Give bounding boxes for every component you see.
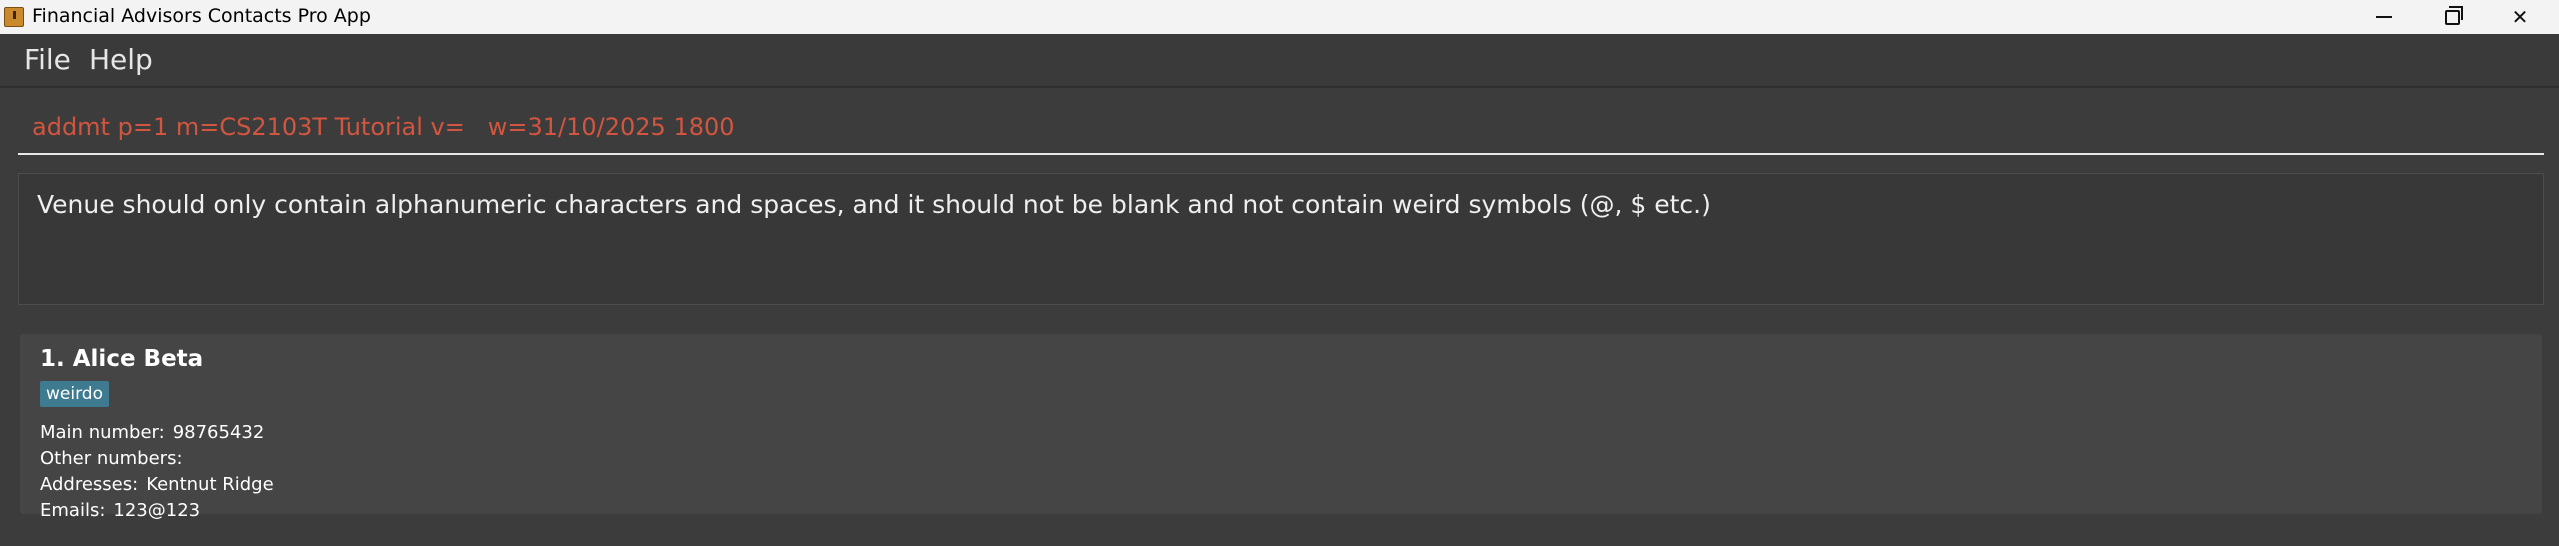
result-display: Venue should only contain alphanumeric c… bbox=[18, 173, 2544, 305]
person-card[interactable]: 1. Alice Beta weirdo Main number: 9876543… bbox=[20, 334, 2542, 521]
result-message: Venue should only contain alphanumeric c… bbox=[37, 190, 1711, 219]
command-box bbox=[0, 90, 2559, 160]
main-number-field: Main number: 98765432 bbox=[40, 422, 264, 443]
emails-field: Emails: 123@123 bbox=[40, 500, 200, 521]
person-tag: weirdo bbox=[40, 381, 109, 407]
addresses-field: Addresses: Kentnut Ridge bbox=[40, 474, 274, 495]
command-input[interactable] bbox=[18, 100, 2544, 155]
addresses-label: Addresses: bbox=[40, 474, 139, 495]
main-number-label: Main number: bbox=[40, 422, 165, 443]
minimize-button[interactable] bbox=[2350, 0, 2418, 34]
maximize-button[interactable] bbox=[2418, 0, 2486, 34]
minimize-icon bbox=[2376, 16, 2392, 18]
other-numbers-field: Other numbers: bbox=[40, 448, 191, 469]
main-number-value: 98765432 bbox=[172, 422, 265, 443]
person-list[interactable]: 1. Alice Beta weirdo Main number: 9876543… bbox=[0, 318, 2559, 546]
menu-file[interactable]: File bbox=[24, 43, 71, 76]
title-bar: Financial Advisors Contacts Pro App ✕ bbox=[0, 0, 2559, 34]
close-button[interactable]: ✕ bbox=[2486, 0, 2554, 34]
app-icon bbox=[4, 7, 24, 27]
other-numbers-label: Other numbers: bbox=[40, 448, 183, 469]
emails-value: 123@123 bbox=[113, 500, 201, 521]
person-name: 1. Alice Beta bbox=[40, 346, 204, 372]
maximize-icon bbox=[2444, 5, 2463, 25]
emails-label: Emails: bbox=[40, 500, 106, 521]
window-title: Financial Advisors Contacts Pro App bbox=[32, 5, 371, 27]
addresses-value: Kentnut Ridge bbox=[146, 474, 274, 495]
close-icon: ✕ bbox=[2511, 5, 2529, 29]
menu-help[interactable]: Help bbox=[89, 43, 153, 76]
menu-bar: File Help bbox=[0, 34, 2559, 88]
